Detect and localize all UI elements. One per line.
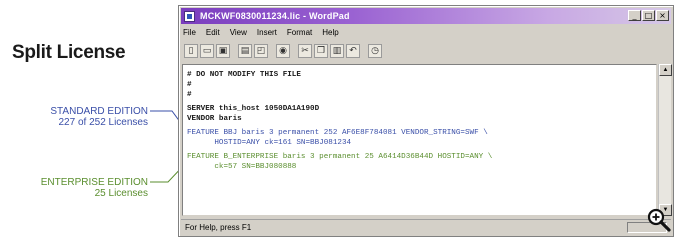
menu-insert[interactable]: Insert xyxy=(257,28,277,37)
window-controls: _ □ × xyxy=(628,10,669,21)
enterprise-feature-line: ck=57 SN=BBJ080888 xyxy=(187,163,297,171)
standard-edition-label: STANDARD EDITION xyxy=(50,106,148,117)
enterprise-edition-callout: ENTERPRISE EDITION 25 Licenses xyxy=(10,177,148,199)
enterprise-edition-label: ENTERPRISE EDITION xyxy=(40,177,148,188)
standard-edition-count: 227 of 252 Licenses xyxy=(58,117,148,128)
copy-icon[interactable]: ❐ xyxy=(314,44,328,58)
status-bar: For Help, press F1 xyxy=(181,219,671,234)
page-title: Split License xyxy=(12,42,126,63)
zoom-magnifier-icon[interactable] xyxy=(646,207,672,233)
screenshot-stage: Split License STANDARD EDITION 227 of 25… xyxy=(0,0,682,240)
print-preview-icon[interactable]: ◰ xyxy=(254,44,268,58)
menu-edit[interactable]: Edit xyxy=(206,28,220,37)
standard-feature-line: HOSTID=ANY ck=161 SN=BBJ081234 xyxy=(187,139,352,147)
cut-icon[interactable]: ✂ xyxy=(298,44,312,58)
open-icon[interactable]: ▭ xyxy=(200,44,214,58)
save-icon[interactable]: ▣ xyxy=(216,44,230,58)
paste-icon[interactable]: ▥ xyxy=(330,44,344,58)
close-button[interactable]: × xyxy=(656,10,669,21)
vertical-scrollbar[interactable]: ▲ ▼ xyxy=(658,64,672,216)
document-line: SERVER this_host 1050DA1A190D xyxy=(187,105,320,113)
document-line: # DO NOT MODIFY THIS FILE xyxy=(187,71,301,79)
new-icon[interactable]: ▯ xyxy=(184,44,198,58)
document-line: VENDOR baris xyxy=(187,115,242,123)
menu-bar: File Edit View Insert Format Help xyxy=(183,26,339,39)
menu-file[interactable]: File xyxy=(183,28,196,37)
find-icon[interactable]: ◉ xyxy=(276,44,290,58)
toolbar: ▯ ▭ ▣ ▤ ◰ ◉ ✂ ❐ ▥ ↶ ◷ xyxy=(184,42,382,60)
standard-edition-callout: STANDARD EDITION 227 of 252 Licenses xyxy=(20,106,148,128)
title-bar[interactable]: MCKWF0830011234.lic - WordPad _ □ × xyxy=(181,8,671,24)
window-title: MCKWF0830011234.lic - WordPad xyxy=(200,11,350,21)
minimize-button[interactable]: _ xyxy=(628,10,641,21)
menu-format[interactable]: Format xyxy=(287,28,312,37)
menu-help[interactable]: Help xyxy=(322,28,338,37)
maximize-button[interactable]: □ xyxy=(642,10,655,21)
status-text: For Help, press F1 xyxy=(185,222,252,232)
enterprise-edition-count: 25 Licenses xyxy=(94,188,148,199)
date-time-icon[interactable]: ◷ xyxy=(368,44,382,58)
enterprise-feature-line: FEATURE B_ENTERPRISE baris 3 permanent 2… xyxy=(187,153,493,161)
document-line: # xyxy=(187,81,192,89)
standard-feature-line: FEATURE BBJ baris 3 permanent 252 AF6E8F… xyxy=(187,129,488,137)
document-line: # xyxy=(187,91,192,99)
document-text-area[interactable]: # DO NOT MODIFY THIS FILE # # SERVER thi… xyxy=(182,64,657,216)
wordpad-app-icon xyxy=(184,10,195,22)
menu-view[interactable]: View xyxy=(230,28,247,37)
wordpad-window: MCKWF0830011234.lic - WordPad _ □ × File… xyxy=(178,5,674,237)
scroll-up-icon[interactable]: ▲ xyxy=(659,64,672,76)
undo-icon[interactable]: ↶ xyxy=(346,44,360,58)
print-icon[interactable]: ▤ xyxy=(238,44,252,58)
